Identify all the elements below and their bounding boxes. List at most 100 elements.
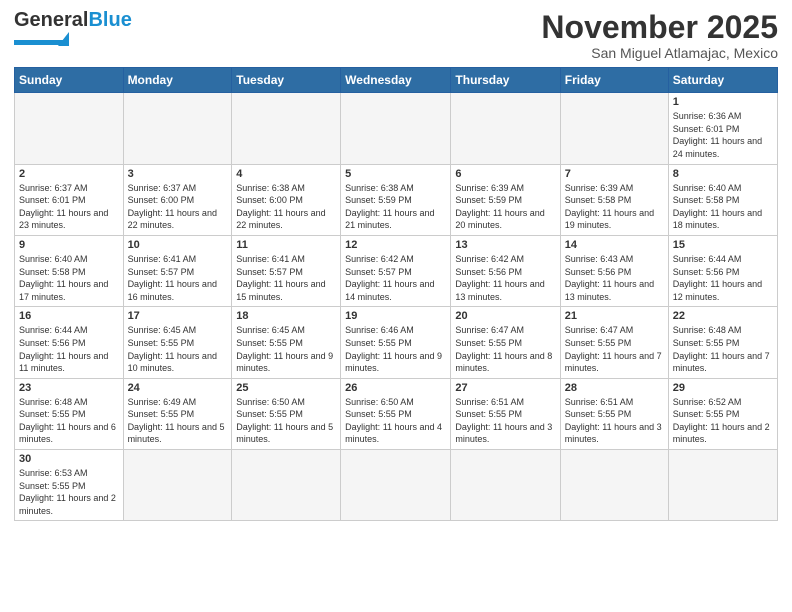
calendar-cell [451, 93, 560, 164]
day-info: Sunrise: 6:38 AMSunset: 6:00 PMDaylight:… [236, 182, 336, 232]
day-number: 15 [673, 239, 773, 251]
day-info: Sunrise: 6:50 AMSunset: 5:55 PMDaylight:… [236, 396, 336, 446]
col-header-thursday: Thursday [451, 68, 560, 93]
calendar-cell [123, 93, 232, 164]
day-number: 30 [19, 453, 119, 465]
calendar-cell [560, 450, 668, 521]
day-info: Sunrise: 6:49 AMSunset: 5:55 PMDaylight:… [128, 396, 228, 446]
calendar-cell: 9Sunrise: 6:40 AMSunset: 5:58 PMDaylight… [15, 235, 124, 306]
page: General Blue November 2025 San Miguel At… [0, 0, 792, 612]
col-header-friday: Friday [560, 68, 668, 93]
day-number: 23 [19, 382, 119, 394]
day-info: Sunrise: 6:37 AMSunset: 6:00 PMDaylight:… [128, 182, 228, 232]
day-info: Sunrise: 6:51 AMSunset: 5:55 PMDaylight:… [565, 396, 664, 446]
day-number: 8 [673, 168, 773, 180]
calendar-cell: 24 Sunrise: 6:49 AMSunset: 5:55 PMDayligh… [123, 378, 232, 449]
calendar-cell: 10 Sunrise: 6:41 AMSunset: 5:57 PMDayligh… [123, 235, 232, 306]
calendar-cell [341, 450, 451, 521]
day-info: Sunrise: 6:44 AMSunset: 5:56 PMDaylight:… [19, 324, 119, 374]
day-number: 6 [455, 168, 555, 180]
calendar-cell: 28 Sunrise: 6:51 AMSunset: 5:55 PMDayligh… [560, 378, 668, 449]
calendar-cell: 20Sunrise: 6:47 AMSunset: 5:55 PMDayligh… [451, 307, 560, 378]
day-number: 16 [19, 310, 119, 322]
calendar-cell [451, 450, 560, 521]
logo: General Blue [14, 10, 132, 59]
day-number: 5 [345, 168, 446, 180]
day-info: Sunrise: 6:46 AMSunset: 5:55 PMDaylight:… [345, 324, 446, 374]
day-info: Sunrise: 6:37 AMSunset: 6:01 PMDaylight:… [19, 182, 119, 232]
day-number: 4 [236, 168, 336, 180]
calendar-cell: 22 Sunrise: 6:48 AMSunset: 5:55 PMDayligh… [668, 307, 777, 378]
day-info: Sunrise: 6:41 AMSunset: 5:57 PMDaylight:… [128, 253, 228, 303]
calendar-cell: 14 Sunrise: 6:43 AMSunset: 5:56 PMDayligh… [560, 235, 668, 306]
calendar-table: SundayMondayTuesdayWednesdayThursdayFrid… [14, 67, 778, 521]
col-header-saturday: Saturday [668, 68, 777, 93]
calendar-cell: 15 Sunrise: 6:44 AMSunset: 5:56 PMDayligh… [668, 235, 777, 306]
calendar-cell: 7 Sunrise: 6:39 AMSunset: 5:58 PMDaylight… [560, 164, 668, 235]
col-header-wednesday: Wednesday [341, 68, 451, 93]
day-number: 26 [345, 382, 446, 394]
calendar-cell [341, 93, 451, 164]
day-number: 19 [345, 310, 446, 322]
calendar-cell: 23 Sunrise: 6:48 AMSunset: 5:55 PMDayligh… [15, 378, 124, 449]
day-info: Sunrise: 6:38 AMSunset: 5:59 PMDaylight:… [345, 182, 446, 232]
day-number: 13 [455, 239, 555, 251]
day-info: Sunrise: 6:42 AMSunset: 5:56 PMDaylight:… [455, 253, 555, 303]
day-info: Sunrise: 6:36 AMSunset: 6:01 PMDaylight:… [673, 110, 773, 160]
day-info: Sunrise: 6:45 AMSunset: 5:55 PMDaylight:… [128, 324, 228, 374]
calendar-cell: 6 Sunrise: 6:39 AMSunset: 5:59 PMDaylight… [451, 164, 560, 235]
day-info: Sunrise: 6:43 AMSunset: 5:56 PMDaylight:… [565, 253, 664, 303]
calendar-cell: 26 Sunrise: 6:50 AMSunset: 5:55 PMDayligh… [341, 378, 451, 449]
calendar-cell [668, 450, 777, 521]
day-number: 24 [128, 382, 228, 394]
day-info: Sunrise: 6:45 AMSunset: 5:55 PMDaylight:… [236, 324, 336, 374]
day-info: Sunrise: 6:48 AMSunset: 5:55 PMDaylight:… [673, 324, 773, 374]
day-info: Sunrise: 6:51 AMSunset: 5:55 PMDaylight:… [455, 396, 555, 446]
day-number: 10 [128, 239, 228, 251]
day-info: Sunrise: 6:39 AMSunset: 5:58 PMDaylight:… [565, 182, 664, 232]
logo-blue-text: Blue [88, 10, 131, 30]
col-header-tuesday: Tuesday [232, 68, 341, 93]
day-number: 12 [345, 239, 446, 251]
calendar-cell: 29Sunrise: 6:52 AMSunset: 5:55 PMDayligh… [668, 378, 777, 449]
calendar-cell: 21Sunrise: 6:47 AMSunset: 5:55 PMDayligh… [560, 307, 668, 378]
calendar-cell: 1 Sunrise: 6:36 AMSunset: 6:01 PMDaylight… [668, 93, 777, 164]
day-number: 22 [673, 310, 773, 322]
day-info: Sunrise: 6:53 AMSunset: 5:55 PMDaylight:… [19, 467, 119, 517]
day-number: 1 [673, 96, 773, 108]
calendar-cell [560, 93, 668, 164]
day-number: 3 [128, 168, 228, 180]
calendar-cell: 11Sunrise: 6:41 AMSunset: 5:57 PMDayligh… [232, 235, 341, 306]
day-info: Sunrise: 6:52 AMSunset: 5:55 PMDaylight:… [673, 396, 773, 446]
calendar-cell: 30 Sunrise: 6:53 AMSunset: 5:55 PMDayligh… [15, 450, 124, 521]
calendar-cell: 4 Sunrise: 6:38 AMSunset: 6:00 PMDaylight… [232, 164, 341, 235]
day-info: Sunrise: 6:48 AMSunset: 5:55 PMDaylight:… [19, 396, 119, 446]
calendar-cell: 5 Sunrise: 6:38 AMSunset: 5:59 PMDaylight… [341, 164, 451, 235]
day-number: 28 [565, 382, 664, 394]
day-number: 14 [565, 239, 664, 251]
calendar-cell: 12 Sunrise: 6:42 AMSunset: 5:57 PMDayligh… [341, 235, 451, 306]
day-number: 27 [455, 382, 555, 394]
calendar-cell: 2Sunrise: 6:37 AMSunset: 6:01 PMDaylight… [15, 164, 124, 235]
day-info: Sunrise: 6:44 AMSunset: 5:56 PMDaylight:… [673, 253, 773, 303]
day-number: 25 [236, 382, 336, 394]
calendar-cell: 3 Sunrise: 6:37 AMSunset: 6:00 PMDaylight… [123, 164, 232, 235]
day-number: 20 [455, 310, 555, 322]
day-info: Sunrise: 6:50 AMSunset: 5:55 PMDaylight:… [345, 396, 446, 446]
calendar-cell: 8Sunrise: 6:40 AMSunset: 5:58 PMDaylight… [668, 164, 777, 235]
col-header-monday: Monday [123, 68, 232, 93]
day-number: 18 [236, 310, 336, 322]
day-number: 9 [19, 239, 119, 251]
calendar-cell [123, 450, 232, 521]
day-number: 7 [565, 168, 664, 180]
logo-icon [14, 32, 89, 54]
day-info: Sunrise: 6:42 AMSunset: 5:57 PMDaylight:… [345, 253, 446, 303]
col-header-sunday: Sunday [15, 68, 124, 93]
header: General Blue November 2025 San Miguel At… [14, 10, 778, 61]
calendar-cell: 18 Sunrise: 6:45 AMSunset: 5:55 PMDayligh… [232, 307, 341, 378]
calendar-cell: 16 Sunrise: 6:44 AMSunset: 5:56 PMDayligh… [15, 307, 124, 378]
day-number: 11 [236, 239, 336, 251]
day-info: Sunrise: 6:39 AMSunset: 5:59 PMDaylight:… [455, 182, 555, 232]
title-block: November 2025 San Miguel Atlamajac, Mexi… [541, 10, 778, 61]
calendar-cell: 17Sunrise: 6:45 AMSunset: 5:55 PMDayligh… [123, 307, 232, 378]
